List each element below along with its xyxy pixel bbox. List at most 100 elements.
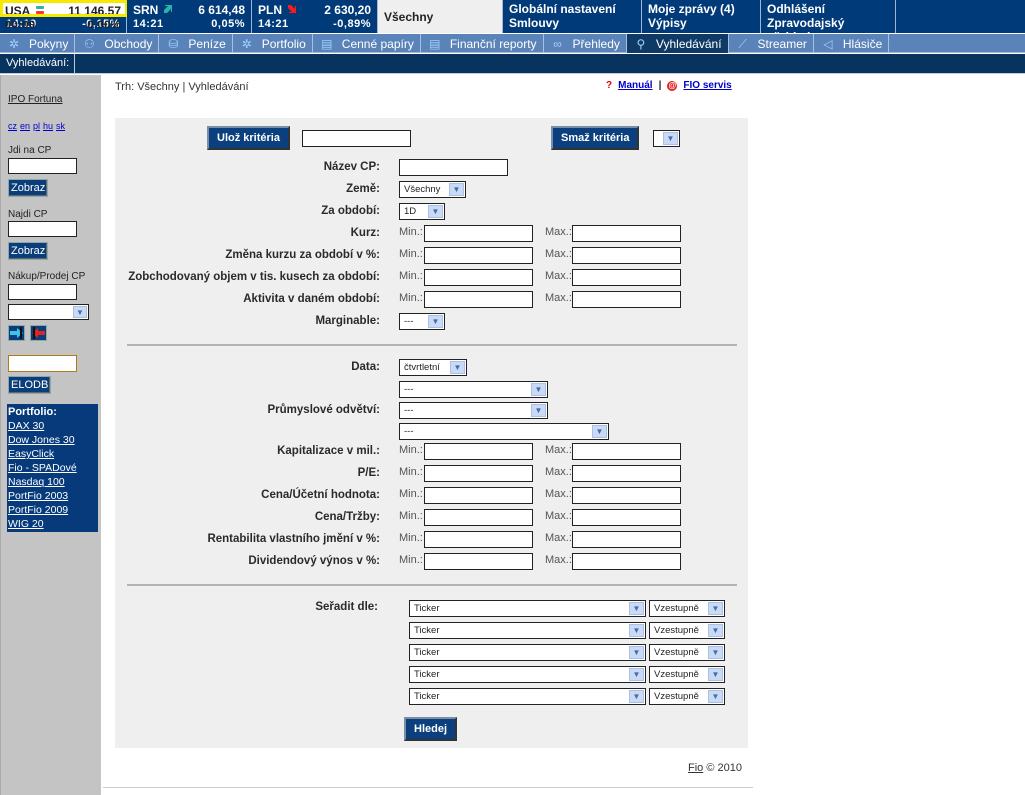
- lang-sk[interactable]: sk: [56, 121, 65, 131]
- nav-tab-vyhledávání[interactable]: ⚲ Vyhledávání: [626, 34, 729, 53]
- sort-order-select[interactable]: Vzestupně ▼: [649, 644, 725, 661]
- industry-select-2[interactable]: --- ▼: [399, 402, 548, 419]
- delete-criteria-button[interactable]: Smaž kritéria: [551, 126, 640, 150]
- goto-input[interactable]: [8, 158, 77, 174]
- max-input[interactable]: [572, 487, 681, 504]
- nav-tab-přehledy[interactable]: ∞ Přehledy: [544, 34, 627, 53]
- ticker-change: 0,00%: [87, 19, 121, 31]
- fio-footer-link[interactable]: Fio: [688, 762, 703, 774]
- top-menu-link[interactable]: Globální nastavení: [509, 2, 635, 16]
- sort-field-select[interactable]: Ticker ▼: [409, 666, 646, 683]
- sort-field-select[interactable]: Ticker ▼: [409, 644, 646, 661]
- min-input[interactable]: [424, 465, 533, 482]
- chevron-down-icon: ▼: [629, 668, 644, 681]
- elodb-input[interactable]: [8, 355, 77, 372]
- sell-button[interactable]: [30, 325, 47, 341]
- sort-field-select[interactable]: Ticker ▼: [409, 688, 646, 705]
- portfolio-link[interactable]: EasyClick: [8, 447, 98, 461]
- portfolio-link[interactable]: Dow Jones 30: [8, 433, 98, 447]
- lang-en[interactable]: en: [20, 121, 30, 131]
- ipo-link[interactable]: IPO Fortuna: [8, 94, 62, 105]
- nav-tab-cenné-papíry[interactable]: ▤ Cenné papíry: [313, 34, 421, 53]
- max-input[interactable]: [572, 531, 681, 548]
- country-select[interactable]: Všechny ▼: [399, 181, 466, 198]
- period-select[interactable]: 1D ▼: [399, 203, 445, 220]
- portfolio-link[interactable]: Nasdaq 100: [8, 475, 98, 489]
- ticker-usa[interactable]: USA 11 146,57 00:00 0,00%: [0, 0, 128, 31]
- trade-select[interactable]: ▼: [8, 304, 89, 320]
- portfolio-link[interactable]: WIG 20: [8, 517, 98, 531]
- max-input[interactable]: [572, 225, 681, 242]
- min-input[interactable]: [424, 269, 533, 286]
- nav-tab-hlásiče[interactable]: ◁ Hlásiče: [814, 34, 890, 53]
- max-input[interactable]: [572, 247, 681, 264]
- top-menu-link[interactable]: Moje zprávy (4): [648, 2, 754, 16]
- lang-cz[interactable]: cz: [8, 121, 17, 131]
- ticker-pln[interactable]: PLN 2 630,20 14:21 -0,89%: [252, 0, 378, 33]
- name-input[interactable]: [399, 159, 508, 176]
- sort-order-select[interactable]: Vzestupně ▼: [649, 600, 725, 617]
- nav-tab-streamer[interactable]: ⟋ Streamer: [729, 34, 814, 53]
- find-button[interactable]: Zobraz: [8, 242, 49, 260]
- chevron-down-icon: ▼: [663, 132, 678, 145]
- portfolio-link[interactable]: DAX 30: [8, 419, 98, 433]
- portfolio-link[interactable]: Fio - SPADové: [8, 461, 98, 475]
- max-input[interactable]: [572, 509, 681, 526]
- portfolio-link[interactable]: PortFio 2003: [8, 489, 98, 503]
- sort-order-select[interactable]: Vzestupně ▼: [649, 622, 725, 639]
- ticker-time: 00:00: [5, 19, 36, 31]
- portfolio-link[interactable]: PortFio 2009: [8, 503, 98, 517]
- fio-servis-link[interactable]: FIO servis: [683, 80, 731, 91]
- elodb-button[interactable]: ELODB: [8, 376, 52, 394]
- lang-hu[interactable]: hu: [43, 121, 53, 131]
- trade-input[interactable]: [8, 284, 77, 300]
- goto-button[interactable]: Zobraz: [8, 179, 49, 197]
- sort-field-select[interactable]: Ticker ▼: [409, 600, 646, 617]
- buy-button[interactable]: [8, 325, 25, 341]
- data-select[interactable]: čtvrtletní ▼: [399, 359, 467, 376]
- ticker-srn[interactable]: SRN 6 614,48 14:21 0,05%: [127, 0, 252, 33]
- top-menu-link[interactable]: Smlouvy: [509, 16, 635, 30]
- search-button[interactable]: Hledej: [404, 717, 458, 741]
- saved-criteria-select[interactable]: ▼: [653, 130, 680, 147]
- industry-select-3[interactable]: --- ▼: [399, 423, 609, 440]
- marginable-select[interactable]: --- ▼: [399, 313, 445, 330]
- min-label: Min.:: [399, 488, 423, 500]
- min-input[interactable]: [424, 225, 533, 242]
- divider: [127, 584, 737, 586]
- lang-pl[interactable]: pl: [33, 121, 40, 131]
- top-menu-link[interactable]: Výpisy: [648, 16, 754, 30]
- find-input[interactable]: [8, 221, 77, 237]
- save-criteria-button[interactable]: Ulož kritéria: [207, 126, 290, 150]
- max-input[interactable]: [572, 465, 681, 482]
- max-input[interactable]: [572, 269, 681, 286]
- min-input[interactable]: [424, 531, 533, 548]
- min-input[interactable]: [424, 247, 533, 264]
- sub-nav: Vyhledávání:: [0, 54, 1025, 74]
- ticker-time: 14:21: [133, 18, 164, 30]
- manual-link[interactable]: Manuál: [618, 80, 652, 91]
- ticker-all-markets[interactable]: Všechny: [378, 0, 503, 33]
- sort-field-select[interactable]: Ticker ▼: [409, 622, 646, 639]
- top-menu-link[interactable]: Odhlášení: [767, 2, 889, 16]
- min-input[interactable]: [424, 487, 533, 504]
- min-input[interactable]: [424, 553, 533, 570]
- min-input[interactable]: [424, 443, 533, 460]
- max-input[interactable]: [572, 291, 681, 308]
- ticker-name: SRN: [133, 3, 159, 17]
- industry-select-1[interactable]: --- ▼: [399, 381, 548, 398]
- max-input[interactable]: [572, 553, 681, 570]
- min-input[interactable]: [424, 509, 533, 526]
- range-label: Dividendový výnos v %:: [248, 555, 380, 567]
- sort-order-select[interactable]: Vzestupně ▼: [649, 688, 725, 705]
- max-input[interactable]: [572, 443, 681, 460]
- nav-tab-portfolio[interactable]: ✲ Portfolio: [233, 34, 313, 53]
- save-criteria-input[interactable]: [302, 130, 411, 147]
- nav-tab-pokyny[interactable]: ✲ Pokyny: [0, 34, 76, 53]
- min-input[interactable]: [424, 291, 533, 308]
- nav-tab-peníze[interactable]: ⛁ Peníze: [159, 34, 233, 53]
- ticker-time: 14:21: [258, 18, 289, 30]
- nav-tab-finanční-reporty[interactable]: ▤ Finanční reporty: [421, 34, 544, 53]
- nav-tab-obchody[interactable]: ⚇ Obchody: [75, 34, 160, 53]
- sort-order-select[interactable]: Vzestupně ▼: [649, 666, 725, 683]
